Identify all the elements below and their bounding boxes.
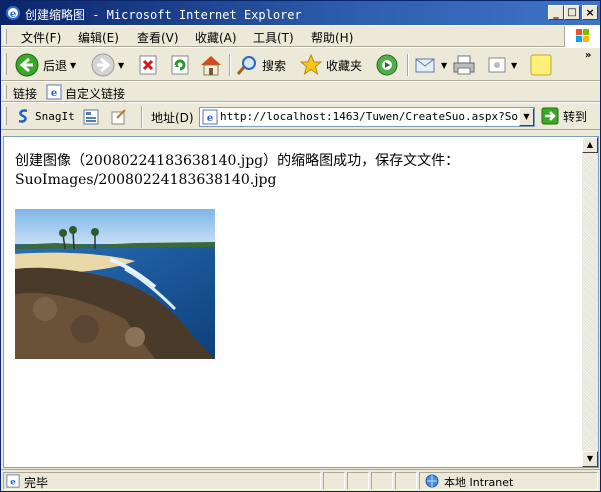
status-bar: e 完毕 本地 Intranet	[1, 469, 600, 491]
discuss-button[interactable]	[529, 52, 553, 78]
menu-edit[interactable]: 编辑(E)	[78, 29, 119, 46]
stop-icon	[139, 55, 157, 75]
svg-text:e: e	[10, 9, 16, 20]
menu-tools[interactable]: 工具(T)	[253, 29, 294, 46]
menu-help[interactable]: 帮助(H)	[311, 29, 353, 46]
ie-page-icon: e	[46, 84, 62, 100]
refresh-button[interactable]	[169, 52, 191, 78]
zone-label: 本地 Intranet	[444, 476, 514, 489]
print-button[interactable]	[452, 52, 476, 78]
back-label: 后退	[43, 58, 68, 73]
toolbar-grip[interactable]	[4, 85, 7, 99]
zone-panel: 本地 Intranet	[419, 472, 598, 490]
stop-button[interactable]	[137, 52, 159, 78]
toolbar-separator	[229, 54, 231, 76]
note-icon	[530, 54, 552, 76]
toolbar-grip[interactable]	[4, 53, 7, 75]
go-button[interactable]: 转到	[541, 105, 587, 127]
snagit-button[interactable]: SnagIt	[15, 105, 75, 127]
forward-arrow-icon	[91, 53, 115, 77]
maximize-button[interactable]: □	[564, 5, 580, 20]
status-panel	[347, 472, 369, 490]
window-title: 创建缩略图 - Microsoft Internet Explorer	[25, 8, 302, 22]
chevron-down-icon[interactable]: ▼	[70, 61, 76, 70]
mail-button[interactable]: ▼	[414, 52, 447, 78]
result-message-line2: SuoImages/20080224183638140.jpg	[15, 172, 277, 188]
favorites-button[interactable]: 收藏夹	[299, 52, 362, 78]
intranet-globe-icon	[425, 474, 439, 488]
status-text-panel: e 完毕	[3, 472, 321, 490]
snagit-edit-icon[interactable]	[111, 109, 127, 125]
mail-icon	[415, 58, 435, 73]
minimize-button[interactable]: _	[548, 5, 564, 20]
menu-favorites[interactable]: 收藏(A)	[195, 29, 237, 46]
toolbar-separator	[407, 54, 409, 76]
search-label: 搜索	[262, 58, 287, 73]
ie-page-icon: e	[6, 474, 20, 488]
star-icon	[299, 53, 323, 76]
forward-button[interactable]: ▼	[91, 52, 124, 78]
status-panel	[371, 472, 393, 490]
search-button[interactable]: 搜索	[235, 52, 286, 78]
snagit-capture-icon[interactable]	[83, 109, 99, 125]
chevron-down-icon[interactable]: ▼	[441, 61, 447, 70]
home-button[interactable]	[199, 52, 223, 78]
vertical-scrollbar[interactable]: ▲ ▼	[582, 137, 598, 467]
browser-window: e 创建缩略图 - Microsoft Internet Explorer _ …	[0, 0, 601, 492]
status-panel	[323, 472, 345, 490]
svg-text:e: e	[51, 88, 57, 99]
toolbar-separator	[141, 106, 143, 128]
svg-text:e: e	[10, 478, 16, 488]
go-arrow-icon	[541, 107, 559, 125]
toolbar-grip[interactable]	[4, 29, 7, 44]
chevron-down-icon[interactable]: ▼	[118, 61, 124, 70]
result-message-line1: 创建图像（20080224183638140.jpg）的缩略图成功，保存文文件：	[15, 153, 460, 169]
links-label: 链接	[13, 87, 38, 101]
menu-bar: 文件(F) 编辑(E) 查看(V) 收藏(A) 工具(T) 帮助(H)	[1, 25, 600, 47]
chevron-down-icon[interactable]: ▼	[511, 61, 517, 70]
go-label: 转到	[563, 109, 588, 124]
page-content: 创建图像（20080224183638140.jpg）的缩略图成功，保存文文件：…	[3, 136, 599, 468]
back-arrow-icon	[15, 53, 39, 77]
scroll-up-button[interactable]: ▲	[582, 137, 598, 153]
toolbar-overflow-icon[interactable]: »	[585, 50, 591, 61]
refresh-icon	[171, 55, 189, 75]
address-dropdown-button[interactable]: ▼	[519, 108, 534, 126]
menu-view[interactable]: 查看(V)	[137, 29, 179, 46]
custom-links-link[interactable]: 自定义链接	[65, 85, 125, 102]
scroll-down-button[interactable]: ▼	[582, 451, 598, 467]
status-text: 完毕	[24, 476, 49, 490]
favorites-label: 收藏夹	[326, 58, 363, 73]
ie-page-icon: e	[202, 109, 218, 125]
printer-icon	[453, 55, 475, 75]
home-icon	[201, 56, 221, 76]
search-icon	[236, 56, 256, 75]
toolbar-grip[interactable]	[4, 107, 7, 125]
edit-page-icon	[488, 57, 506, 73]
ie-logo-icon: e	[6, 6, 20, 20]
media-icon	[376, 54, 398, 76]
snagit-label: SnagIt	[35, 109, 75, 123]
windows-logo-icon	[564, 26, 600, 47]
address-url: http://localhost:1463/Tuwen/CreateSuo.as…	[220, 110, 535, 123]
thumbnail-image	[15, 209, 215, 359]
address-input[interactable]: e http://localhost:1463/Tuwen/CreateSuo.…	[199, 107, 535, 127]
svg-text:e: e	[207, 113, 213, 124]
title-bar[interactable]: e 创建缩略图 - Microsoft Internet Explorer _ …	[1, 1, 600, 25]
address-label: 地址(D)	[151, 111, 194, 125]
back-button[interactable]: 后退 ▼	[15, 52, 76, 78]
address-toolbar: SnagIt 地址(D) e http://localhost:1463/Tuw…	[1, 102, 600, 130]
edit-button[interactable]: ▼	[486, 52, 517, 78]
media-button[interactable]	[375, 52, 399, 78]
standard-toolbar: 后退 ▼ ▼ 搜索 收藏夹 ▼ ▼ »	[1, 47, 600, 81]
snagit-icon	[18, 109, 28, 123]
close-button[interactable]: ×	[582, 5, 598, 20]
links-bar: 链接 e 自定义链接	[1, 81, 600, 102]
status-panel	[395, 472, 417, 490]
menu-file[interactable]: 文件(F)	[21, 29, 61, 46]
result-message: 创建图像（20080224183638140.jpg）的缩略图成功，保存文文件：…	[15, 152, 459, 190]
